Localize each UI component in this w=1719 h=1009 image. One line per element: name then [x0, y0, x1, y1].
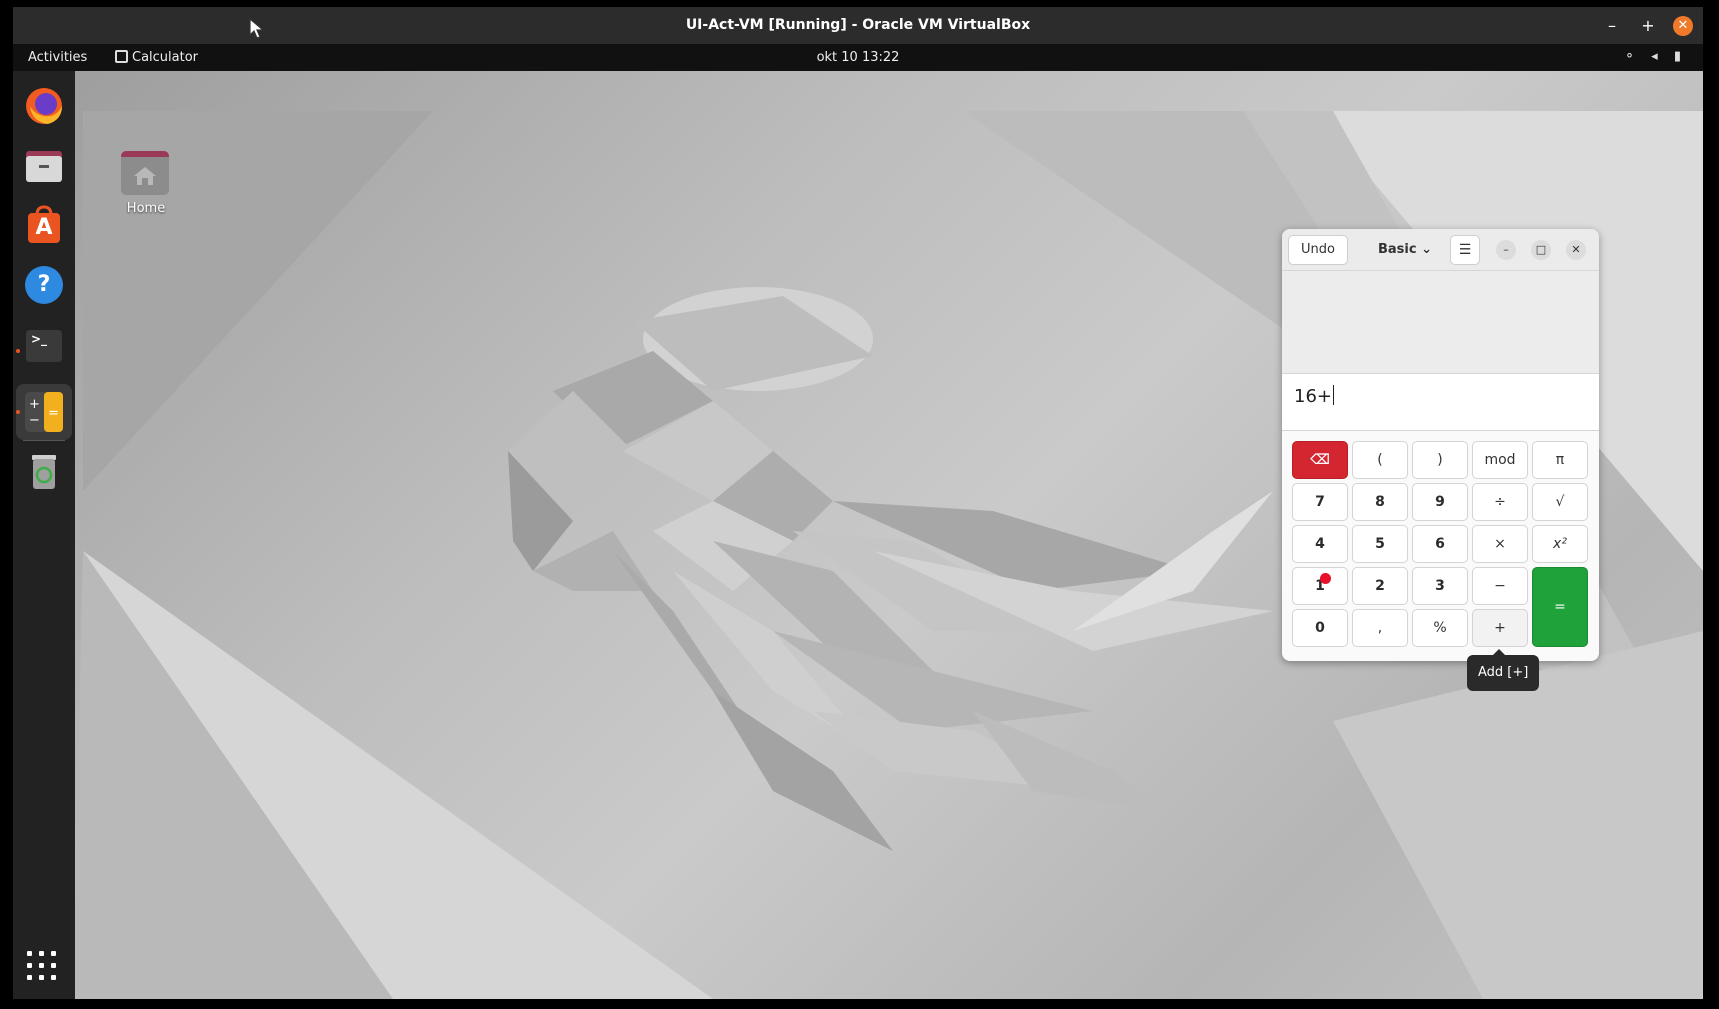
terminal-icon[interactable]: >_ [22, 324, 66, 368]
top-bar: Activities Calculator okt 10 13:22 ⚬ ◂ ▮ [13, 44, 1703, 71]
calculator-window: Undo Basic ⌄ ☰ – □ ✕ 16+ ⌫ ( ) mod π 7 8… [1282, 229, 1599, 661]
digit-4-button[interactable]: 4 [1292, 525, 1348, 563]
minimize-icon[interactable]: – [1496, 240, 1516, 260]
digit-7-button[interactable]: 7 [1292, 483, 1348, 521]
undo-button[interactable]: Undo [1288, 235, 1348, 265]
software-store-icon[interactable]: A [22, 203, 66, 247]
minimize-button[interactable]: – [1602, 16, 1622, 36]
digit-3-button[interactable]: 3 [1412, 567, 1468, 605]
right-paren-button[interactable]: ) [1412, 441, 1468, 479]
square-button[interactable]: x² [1532, 525, 1588, 563]
calculator-running-indicator [16, 410, 20, 414]
digit-1-button[interactable]: 1 [1292, 567, 1348, 605]
tray-icons: ⚬ ◂ ▮ [1624, 49, 1687, 64]
system-tray[interactable]: ⚬ ◂ ▮ [1624, 49, 1687, 64]
maximize-button[interactable]: + [1638, 16, 1658, 36]
mod-button[interactable]: mod [1472, 441, 1528, 479]
subtract-button[interactable]: − [1472, 567, 1528, 605]
pi-button[interactable]: π [1532, 441, 1588, 479]
trash-icon[interactable] [22, 451, 66, 495]
svg-text:=: = [48, 406, 59, 421]
close-icon[interactable]: ✕ [1566, 240, 1586, 260]
calculator-icon[interactable]: + − = [16, 384, 72, 440]
svg-text:+: + [29, 397, 40, 412]
mode-label: Basic [1377, 242, 1417, 257]
add-tooltip: Add [+] [1467, 655, 1540, 691]
firefox-icon[interactable] [22, 84, 66, 128]
digit-2-button[interactable]: 2 [1352, 567, 1408, 605]
help-glyph: ? [37, 272, 51, 297]
virtualbox-titlebar[interactable]: UI-Act-VM [Running] - Oracle VM VirtualB… [13, 7, 1703, 44]
digit-8-button[interactable]: 8 [1352, 483, 1408, 521]
expression-entry[interactable]: 16+ [1282, 374, 1599, 431]
dock-separator [23, 440, 65, 441]
files-icon[interactable] [22, 143, 66, 187]
expression-text: 16+ [1294, 386, 1332, 407]
mouse-cursor-icon [249, 18, 265, 39]
terminal-running-indicator [16, 349, 20, 353]
software-glyph: A [35, 215, 53, 240]
house-icon [134, 167, 156, 185]
multiply-button[interactable]: × [1472, 525, 1528, 563]
digit-0-button[interactable]: 0 [1292, 609, 1348, 647]
left-paren-button[interactable]: ( [1352, 441, 1408, 479]
home-folder-icon [121, 151, 169, 195]
clock[interactable]: okt 10 13:22 [13, 50, 1703, 65]
backspace-button[interactable]: ⌫ [1292, 441, 1348, 479]
close-button[interactable]: ✕ [1673, 16, 1693, 36]
hamburger-menu-icon[interactable]: ☰ [1450, 235, 1480, 265]
terminal-glyph: >_ [31, 332, 48, 346]
digit-5-button[interactable]: 5 [1352, 525, 1408, 563]
home-label: Home [126, 201, 166, 216]
square-root-button[interactable]: √ [1532, 483, 1588, 521]
home-desktop-icon[interactable]: Home [107, 151, 177, 223]
window-title: UI-Act-VM [Running] - Oracle VM VirtualB… [685, 17, 1031, 33]
decimal-button[interactable]: , [1352, 609, 1408, 647]
svg-text:−: − [29, 413, 40, 428]
dock: A ? >_ + − = [13, 71, 75, 999]
keypad: ⌫ ( ) mod π 7 8 9 ÷ √ 4 5 6 × x² 1 2 3 −… [1292, 441, 1589, 651]
equals-button[interactable]: = [1532, 567, 1588, 647]
maximize-icon[interactable]: □ [1531, 240, 1551, 260]
add-button[interactable]: + [1472, 609, 1528, 647]
divide-button[interactable]: ÷ [1472, 483, 1528, 521]
digit-9-button[interactable]: 9 [1412, 483, 1468, 521]
history-view [1282, 271, 1599, 374]
show-applications-icon[interactable] [27, 951, 59, 983]
help-icon[interactable]: ? [22, 263, 66, 307]
chevron-down-icon: ⌄ [1421, 242, 1433, 257]
calculator-header[interactable]: Undo Basic ⌄ ☰ – □ ✕ [1282, 229, 1599, 271]
digit-6-button[interactable]: 6 [1412, 525, 1468, 563]
percent-button[interactable]: % [1412, 609, 1468, 647]
mode-selector[interactable]: Basic ⌄ [1375, 235, 1435, 265]
click-marker [1320, 573, 1331, 584]
